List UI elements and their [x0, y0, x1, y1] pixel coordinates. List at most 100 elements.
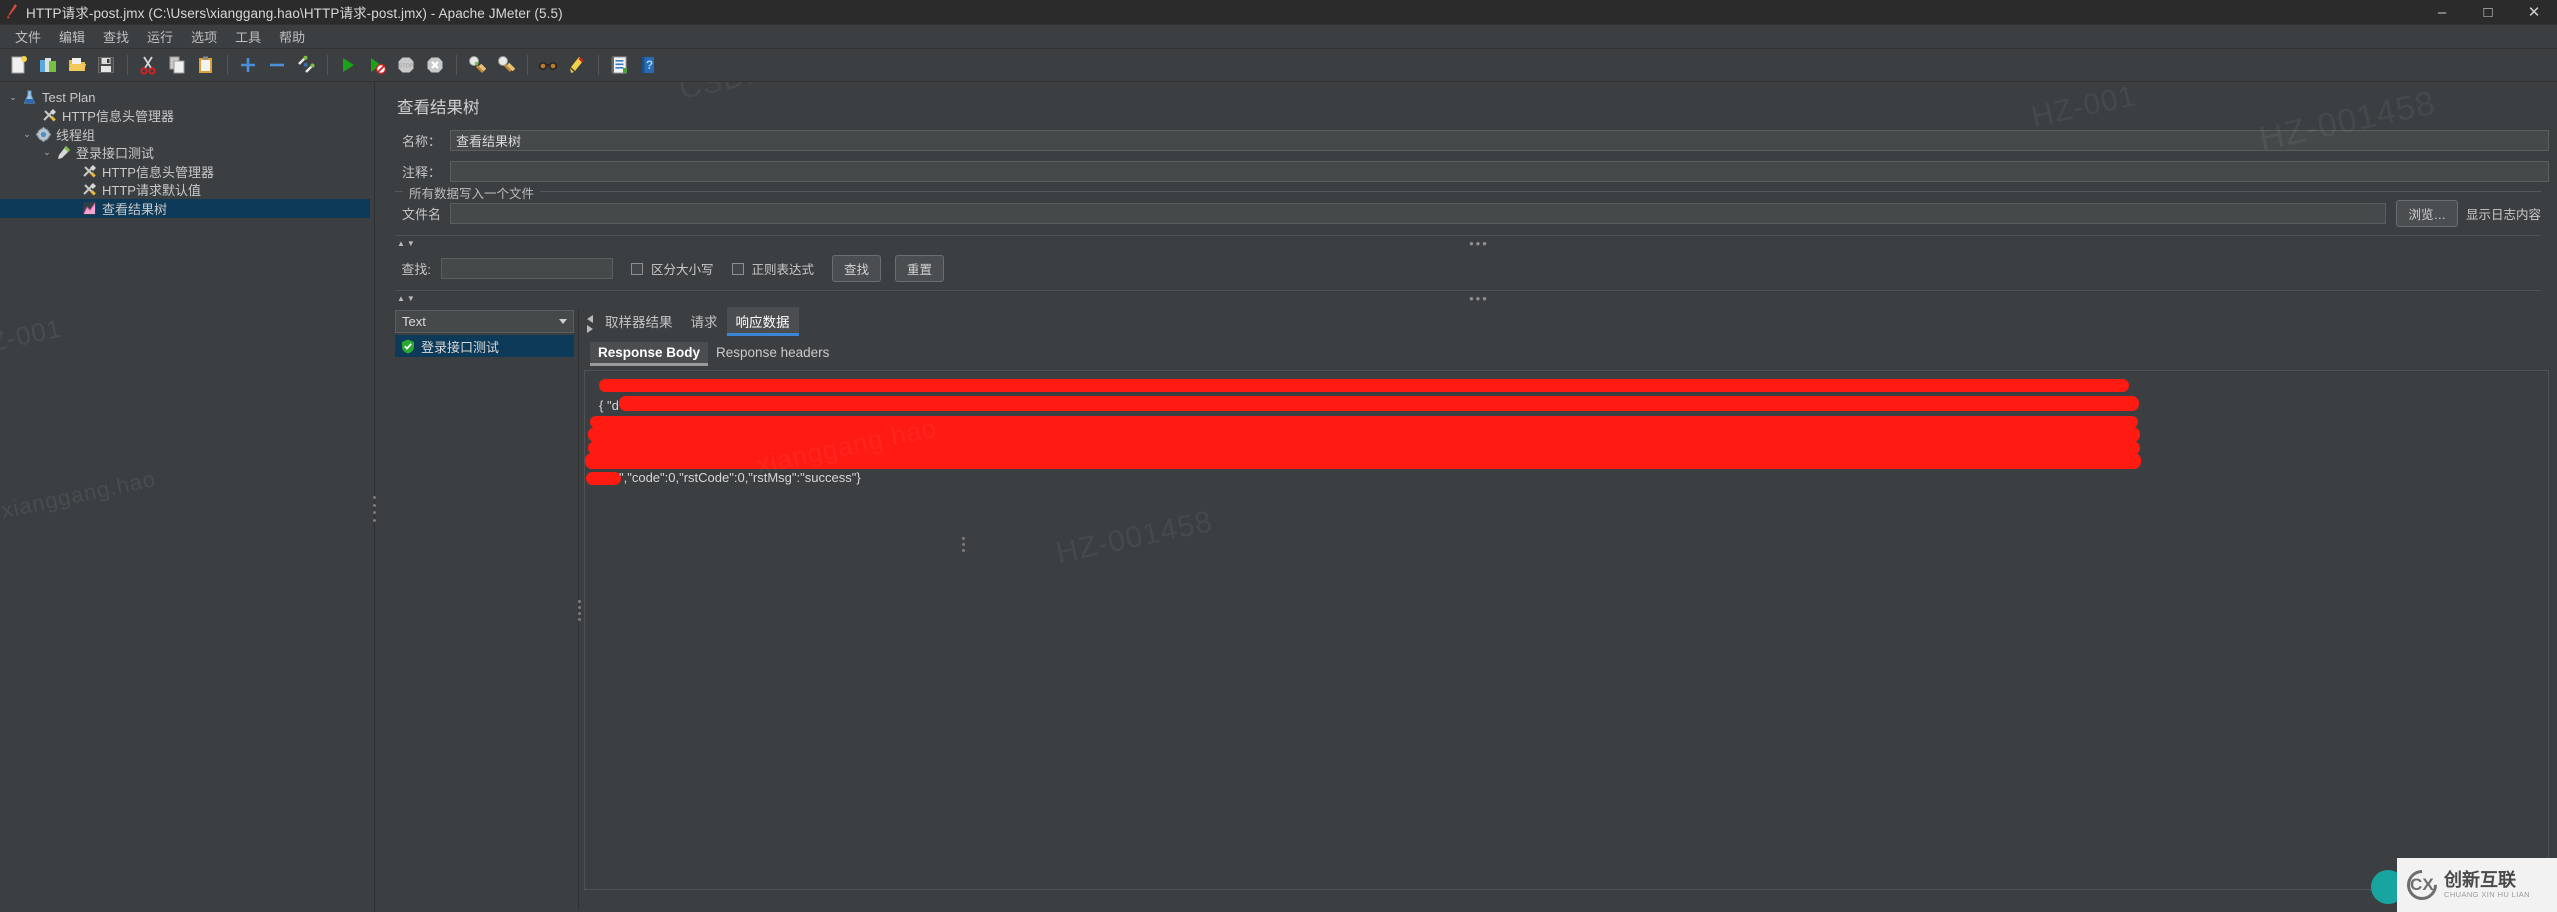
menu-edit[interactable]: 编辑 — [50, 24, 94, 49]
collapse-strip-2[interactable]: ▲▼ ••• — [395, 290, 2541, 306]
function-helper-icon[interactable] — [605, 52, 632, 79]
show-log-content-label[interactable]: 显示日志内容 — [2466, 204, 2541, 223]
view-results-tree-panel: 查看结果树 名称： 查看结果树 注释： 所有数据写入一个文件 文件名 浏览… 显… — [379, 82, 2557, 912]
body-splitter-grip[interactable] — [962, 537, 965, 552]
clear-all-icon[interactable] — [492, 52, 519, 79]
copy-icon[interactable] — [163, 52, 190, 79]
toolbar-separator-5 — [527, 55, 528, 75]
chevron-down-icon[interactable]: ⌄ — [6, 92, 20, 103]
new-icon[interactable] — [5, 52, 32, 79]
find-button[interactable]: 查找 — [832, 255, 882, 282]
clear-icon[interactable] — [463, 52, 490, 79]
help-icon[interactable]: ? — [634, 52, 661, 79]
maximize-button[interactable]: □ — [2465, 0, 2511, 25]
start-no-timers-icon[interactable] — [363, 52, 390, 79]
search-icon[interactable] — [534, 52, 561, 79]
templates-icon[interactable] — [34, 52, 61, 79]
regex-checkbox-group[interactable]: 正则表达式 — [731, 259, 814, 278]
name-input[interactable]: 查看结果树 — [450, 130, 2549, 151]
search-reset-icon[interactable] — [563, 52, 590, 79]
test-plan-tree[interactable]: ⌄ Test Plan HTTP信息头管理器 ⌄ 线程组 ⌄ 登录接口测试 HT… — [0, 82, 370, 912]
menu-file[interactable]: 文件 — [6, 24, 50, 49]
tab-request[interactable]: 请求 — [682, 307, 727, 336]
filename-row: 文件名 浏览… 显示日志内容 — [395, 194, 2541, 231]
brand-name-pinyin: CHUANG XIN HU LIAN — [2444, 889, 2530, 899]
minimize-button[interactable]: – — [2419, 0, 2465, 25]
tree-node-http-header-manager-top[interactable]: HTTP信息头管理器 — [0, 107, 370, 126]
tree-node-test-plan[interactable]: ⌄ Test Plan — [0, 88, 370, 107]
collapse-all-icon[interactable] — [263, 52, 290, 79]
chevron-down-icon[interactable] — [559, 319, 567, 324]
response-subtabs: Response Body Response headers — [584, 339, 2549, 366]
renderer-select[interactable]: Text — [395, 310, 574, 333]
chevron-down-icon[interactable]: ⌄ — [40, 147, 54, 158]
subtab-response-headers[interactable]: Response headers — [708, 342, 837, 364]
header-manager-icon — [40, 108, 59, 123]
jmeter-feather-icon — [0, 3, 26, 22]
collapse-arrows-up-down[interactable]: ▲▼ — [395, 239, 417, 248]
header-manager-icon — [80, 164, 99, 179]
tab-sampler-result[interactable]: 取样器结果 — [596, 307, 682, 336]
reset-button[interactable]: 重置 — [895, 255, 945, 282]
tree-node-http-header-manager-child[interactable]: HTTP信息头管理器 — [0, 162, 370, 181]
tree-node-view-results-tree[interactable]: 查看结果树 — [0, 199, 370, 218]
subtab-response-body[interactable]: Response Body — [590, 342, 709, 366]
toolbar-separator-4 — [456, 55, 457, 75]
brand-logo: CX 创新互联 CHUANG XIN HU LIAN — [2397, 858, 2557, 912]
menu-run[interactable]: 运行 — [138, 24, 182, 49]
expand-all-icon[interactable] — [234, 52, 261, 79]
comment-input[interactable] — [450, 161, 2549, 182]
toggle-icon[interactable] — [292, 52, 319, 79]
http-defaults-icon — [80, 182, 99, 197]
open-icon[interactable] — [63, 52, 90, 79]
case-sensitive-checkbox[interactable] — [631, 262, 643, 275]
search-input[interactable] — [441, 258, 613, 279]
paste-icon[interactable] — [192, 52, 219, 79]
results-area: Text 登录接口测试 取样器结果 请求 响应数据 Response Body … — [379, 307, 2557, 910]
write-all-data-group: 所有数据写入一个文件 文件名 浏览… 显示日志内容 — [395, 183, 2541, 231]
watermark-hz: HZ-001 — [0, 312, 65, 362]
chevron-down-icon[interactable]: ⌄ — [20, 129, 34, 140]
redaction-bar-7 — [586, 472, 621, 485]
redaction-bar-2 — [619, 396, 2139, 411]
menu-search[interactable]: 查找 — [94, 24, 138, 49]
tab-response-data[interactable]: 响应数据 — [726, 307, 799, 336]
tree-node-http-request-defaults[interactable]: HTTP请求默认值 — [0, 181, 370, 200]
redaction-bar-1 — [599, 379, 2129, 392]
menu-tools[interactable]: 工具 — [226, 24, 270, 49]
results-splitter-grip[interactable] — [577, 599, 581, 621]
result-list-item[interactable]: 登录接口测试 — [395, 335, 574, 357]
tree-node-thread-group[interactable]: ⌄ 线程组 — [0, 125, 370, 144]
menu-help[interactable]: 帮助 — [270, 24, 314, 49]
save-icon[interactable] — [92, 52, 119, 79]
renderer-select-value: Text — [402, 314, 426, 329]
tree-node-login-api-test[interactable]: ⌄ 登录接口测试 — [0, 144, 370, 163]
name-row: 名称： 查看结果树 — [379, 128, 2557, 153]
main-splitter[interactable] — [370, 82, 379, 912]
menu-options[interactable]: 选项 — [182, 24, 226, 49]
results-left-column: Text 登录接口测试 — [379, 310, 574, 910]
response-body-text: ","code":0,"rstCode":0,"rstMsg":"success… — [619, 470, 861, 485]
toolbar-separator-6 — [598, 55, 599, 75]
collapse-strip-1[interactable]: ▲▼ ••• — [395, 235, 2541, 251]
cut-icon[interactable] — [134, 52, 161, 79]
regex-checkbox[interactable] — [731, 262, 744, 275]
results-splitter[interactable] — [574, 310, 584, 910]
tab-scroll-left-icon[interactable] — [587, 315, 593, 323]
splitter-grip[interactable] — [373, 496, 376, 522]
watermark-name: xianggang.hao — [0, 465, 159, 524]
tab-scroll-right-icon[interactable] — [587, 325, 593, 333]
collapse-arrows-up-down-2[interactable]: ▲▼ — [395, 294, 417, 303]
filename-input[interactable] — [450, 203, 2387, 224]
stop-icon[interactable]: STOP — [392, 52, 419, 79]
collapse-dots[interactable]: ••• — [417, 237, 2541, 250]
close-button[interactable]: ✕ — [2511, 0, 2557, 25]
watermark-csdn-body: HZ-001458 — [1053, 504, 1216, 571]
browse-button[interactable]: 浏览… — [2396, 200, 2458, 227]
tab-scroll-buttons[interactable] — [584, 315, 596, 336]
response-body-view[interactable]: { "d ","code":0,"rstCode":0,"rstMsg":"su… — [584, 370, 2549, 890]
start-icon[interactable] — [334, 52, 361, 79]
shutdown-icon[interactable] — [421, 52, 448, 79]
case-sensitive-checkbox-group[interactable]: 区分大小写 — [631, 259, 714, 278]
collapse-dots-2[interactable]: ••• — [417, 292, 2541, 305]
